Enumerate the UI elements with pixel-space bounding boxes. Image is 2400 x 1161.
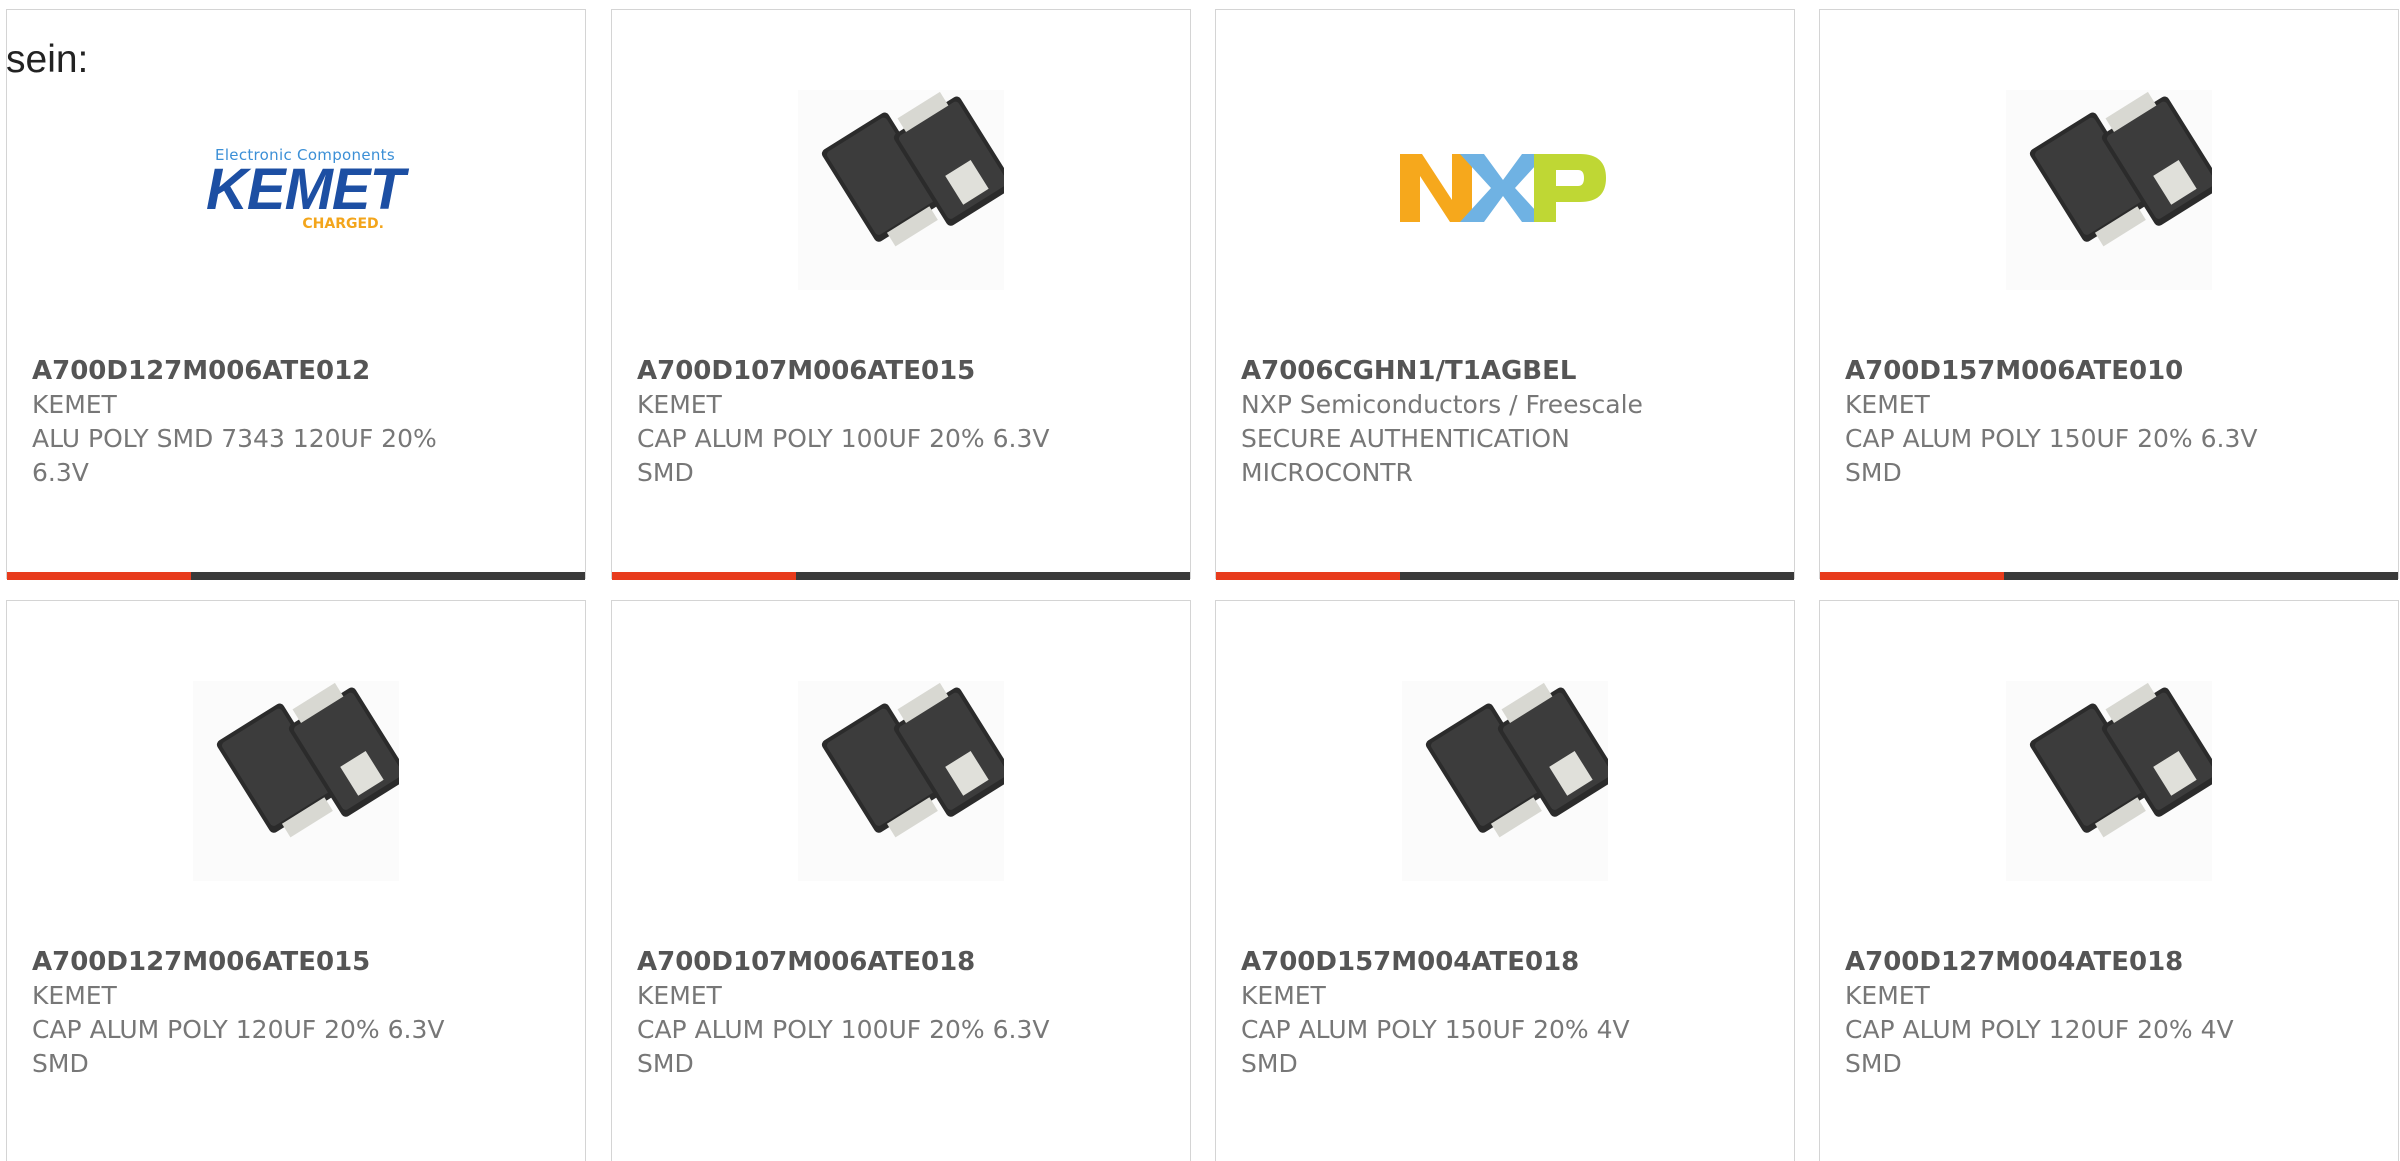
card-accent <box>1216 572 1400 580</box>
product-card[interactable]: A700D157M004ATE018 KEMET CAP ALUM POLY 1… <box>1215 600 1795 1161</box>
product-image[interactable] <box>612 601 1190 931</box>
product-card[interactable]: A700D107M006ATE018 KEMET CAP ALUM POLY 1… <box>611 600 1191 1161</box>
part-number-link[interactable]: A700D127M004ATE018 <box>1845 945 2285 979</box>
product-info: A700D127M004ATE018 KEMET CAP ALUM POLY 1… <box>1845 945 2285 1081</box>
card-footer-bar <box>7 572 585 580</box>
capacitor-photo <box>2006 90 2212 290</box>
product-info: A700D157M004ATE018 KEMET CAP ALUM POLY 1… <box>1241 945 1681 1081</box>
section-heading: sein: <box>6 38 89 81</box>
manufacturer: KEMET <box>637 981 722 1010</box>
description-line: 6.3V <box>32 458 89 487</box>
product-info: A7006CGHN1/T1AGBEL NXP Semiconductors / … <box>1241 354 1681 490</box>
part-number-link[interactable]: A700D157M006ATE010 <box>1845 354 2285 388</box>
product-image[interactable] <box>612 10 1190 340</box>
manufacturer: KEMET <box>1845 390 1930 419</box>
description-line: CAP ALUM POLY 150UF 20% 4V <box>1241 1015 1630 1044</box>
part-number-link[interactable]: A700D107M006ATE018 <box>637 945 1077 979</box>
description-line: SMD <box>1845 1049 1902 1078</box>
kemet-logo: Electronic Components KEMET CHARGED. <box>206 146 405 232</box>
manufacturer: NXP Semiconductors / Freescale <box>1241 390 1643 419</box>
product-grid-page: sein: Electronic Components KEMET CHARGE… <box>0 0 2400 1161</box>
description-line: CAP ALUM POLY 100UF 20% 6.3V <box>637 1015 1050 1044</box>
description-line: CAP ALUM POLY 120UF 20% 6.3V <box>32 1015 445 1044</box>
description-line: MICROCONTR <box>1241 458 1413 487</box>
product-card[interactable]: A700D127M004ATE018 KEMET CAP ALUM POLY 1… <box>1819 600 2399 1161</box>
description-line: CAP ALUM POLY 120UF 20% 4V <box>1845 1015 2234 1044</box>
card-accent <box>1820 572 2004 580</box>
product-info: A700D107M006ATE015 KEMET CAP ALUM POLY 1… <box>637 354 1077 490</box>
manufacturer: KEMET <box>637 390 722 419</box>
capacitor-photo <box>1402 681 1608 881</box>
product-card[interactable]: A700D157M006ATE010 KEMET CAP ALUM POLY 1… <box>1819 9 2399 580</box>
product-card[interactable]: A700D127M006ATE015 KEMET CAP ALUM POLY 1… <box>6 600 586 1161</box>
description-line: SECURE AUTHENTICATION <box>1241 424 1570 453</box>
manufacturer: KEMET <box>32 981 117 1010</box>
card-footer-bar <box>1820 572 2398 580</box>
description-line: ALU POLY SMD 7343 120UF 20% <box>32 424 437 453</box>
part-number-link[interactable]: A7006CGHN1/T1AGBEL <box>1241 354 1681 388</box>
product-info: A700D107M006ATE018 KEMET CAP ALUM POLY 1… <box>637 945 1077 1081</box>
description-line: CAP ALUM POLY 100UF 20% 6.3V <box>637 424 1050 453</box>
card-accent <box>7 572 191 580</box>
manufacturer: KEMET <box>1845 981 1930 1010</box>
product-card[interactable]: A7006CGHN1/T1AGBEL NXP Semiconductors / … <box>1215 9 1795 580</box>
part-number-link[interactable]: A700D127M006ATE012 <box>32 354 472 388</box>
manufacturer: KEMET <box>32 390 117 419</box>
product-image[interactable] <box>1216 10 1794 340</box>
description-line: SMD <box>637 458 694 487</box>
part-number-link[interactable]: A700D157M004ATE018 <box>1241 945 1681 979</box>
product-image[interactable] <box>7 601 585 931</box>
product-info: A700D157M006ATE010 KEMET CAP ALUM POLY 1… <box>1845 354 2285 490</box>
product-image[interactable]: Electronic Components KEMET CHARGED. <box>7 10 585 340</box>
description-line: CAP ALUM POLY 150UF 20% 6.3V <box>1845 424 2258 453</box>
part-number-link[interactable]: A700D107M006ATE015 <box>637 354 1077 388</box>
card-footer-bar <box>612 572 1190 580</box>
product-image[interactable] <box>1820 10 2398 340</box>
manufacturer: KEMET <box>1241 981 1326 1010</box>
description-line: SMD <box>1845 458 1902 487</box>
card-accent <box>612 572 796 580</box>
part-number-link[interactable]: A700D127M006ATE015 <box>32 945 472 979</box>
description-line: SMD <box>32 1049 89 1078</box>
product-info: A700D127M006ATE015 KEMET CAP ALUM POLY 1… <box>32 945 472 1081</box>
capacitor-photo <box>798 90 1004 290</box>
product-card[interactable]: Electronic Components KEMET CHARGED. A70… <box>6 9 586 580</box>
product-image[interactable] <box>1820 601 2398 931</box>
product-image[interactable] <box>1216 601 1794 931</box>
card-footer-bar <box>1216 572 1794 580</box>
description-line: SMD <box>1241 1049 1298 1078</box>
description-line: SMD <box>637 1049 694 1078</box>
nxp-logo <box>1400 154 1606 222</box>
product-info: A700D127M006ATE012 KEMET ALU POLY SMD 73… <box>32 354 472 490</box>
product-card[interactable]: A700D107M006ATE015 KEMET CAP ALUM POLY 1… <box>611 9 1191 580</box>
capacitor-photo <box>798 681 1004 881</box>
capacitor-photo <box>193 681 399 881</box>
capacitor-photo <box>2006 681 2212 881</box>
